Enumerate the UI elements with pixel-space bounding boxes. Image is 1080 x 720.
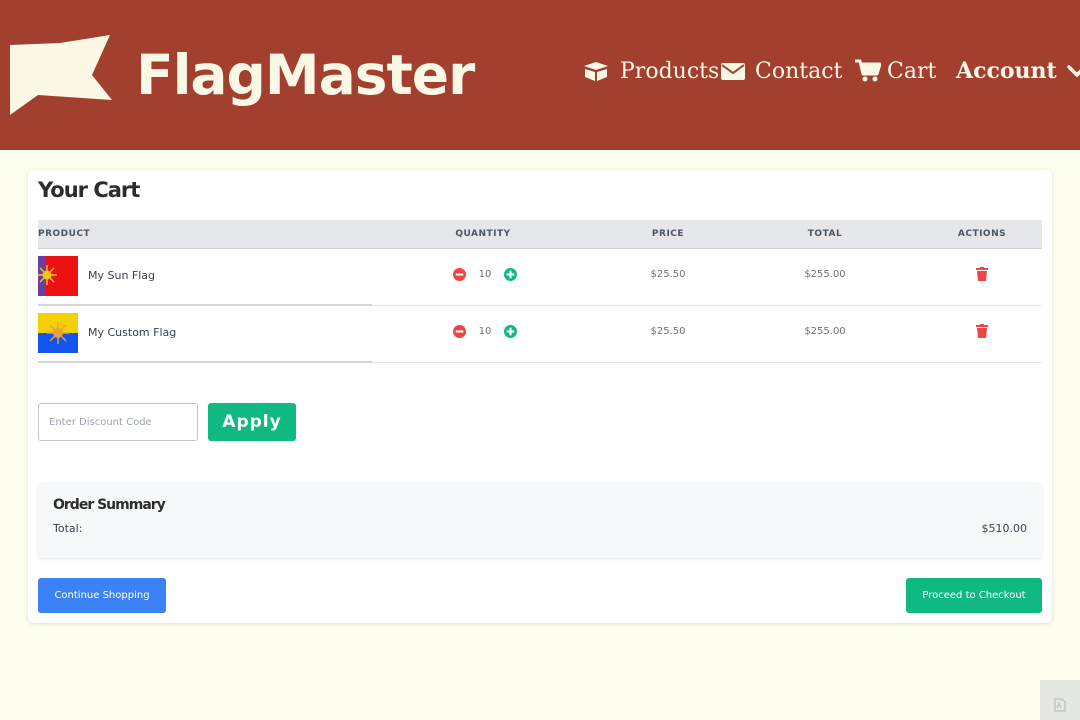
product-name[interactable]: My Custom Flag	[88, 326, 176, 339]
nav-products-label: Products	[620, 58, 720, 84]
nav-cart-label: Cart	[887, 58, 937, 84]
chevron-down-icon	[1066, 65, 1080, 77]
order-summary: Order Summary Total: $510.00	[38, 482, 1042, 558]
column-header-actions: ACTIONS	[957, 229, 1007, 239]
nav-contact-label: Contact	[755, 58, 843, 84]
plus-circle-icon[interactable]	[504, 325, 517, 338]
order-total-value: $510.00	[981, 522, 1028, 535]
nav-account-dropdown[interactable]: Account	[956, 54, 1080, 88]
line-total: $255.00	[804, 326, 846, 337]
table-row: My Custom Flag 10 $25.50 $255.00	[38, 306, 1042, 363]
flag-logo-icon[interactable]	[10, 35, 112, 115]
trash-icon[interactable]	[976, 267, 988, 281]
box-open-icon	[584, 62, 608, 81]
line-total: $255.00	[804, 269, 846, 280]
minus-circle-icon[interactable]	[453, 325, 466, 338]
file-pdf-icon	[1054, 698, 1066, 712]
quantity-value: 10	[478, 269, 492, 280]
minus-circle-icon[interactable]	[453, 268, 466, 281]
envelope-icon	[721, 63, 745, 80]
discount-code-input[interactable]	[38, 403, 198, 441]
trash-icon[interactable]	[976, 324, 988, 338]
pdf-widget[interactable]	[1040, 680, 1080, 720]
nav-products[interactable]: Products	[582, 54, 719, 88]
row-divider	[38, 361, 372, 363]
nav-account-label: Account	[956, 58, 1057, 84]
nav-cart[interactable]: Cart	[855, 54, 936, 88]
custom-flag-thumbnail	[38, 313, 78, 353]
brand-name[interactable]: FlagMaster	[136, 40, 475, 110]
column-header-total: TOTAL	[807, 229, 843, 239]
proceed-to-checkout-button[interactable]: Proceed to Checkout	[906, 578, 1042, 613]
unit-price: $25.50	[650, 326, 686, 337]
continue-shopping-button[interactable]: Continue Shopping	[38, 578, 166, 613]
order-total-label: Total:	[53, 522, 83, 535]
column-header-product: PRODUCT	[38, 229, 91, 239]
site-header: FlagMaster Products Contact Cart Account	[0, 0, 1080, 150]
table-row: My Sun Flag 10 $25.50 $255.00	[38, 249, 1042, 306]
page-title: Your Cart	[38, 178, 140, 202]
order-summary-title: Order Summary	[53, 497, 166, 513]
shopping-cart-icon	[855, 59, 881, 82]
apply-discount-button[interactable]: Apply	[208, 403, 296, 441]
product-name[interactable]: My Sun Flag	[88, 269, 155, 282]
unit-price: $25.50	[650, 269, 686, 280]
nav-contact[interactable]: Contact	[721, 54, 842, 88]
column-header-price: PRICE	[651, 229, 685, 239]
quantity-value: 10	[478, 326, 492, 337]
column-header-quantity: QUANTITY	[455, 229, 511, 239]
cart-table-header: PRODUCT QUANTITY PRICE TOTAL ACTIONS	[38, 220, 1042, 249]
sun-flag-thumbnail	[38, 256, 78, 296]
plus-circle-icon[interactable]	[504, 268, 517, 281]
cart-card: Your Cart PRODUCT QUANTITY PRICE TOTAL A…	[28, 170, 1052, 623]
